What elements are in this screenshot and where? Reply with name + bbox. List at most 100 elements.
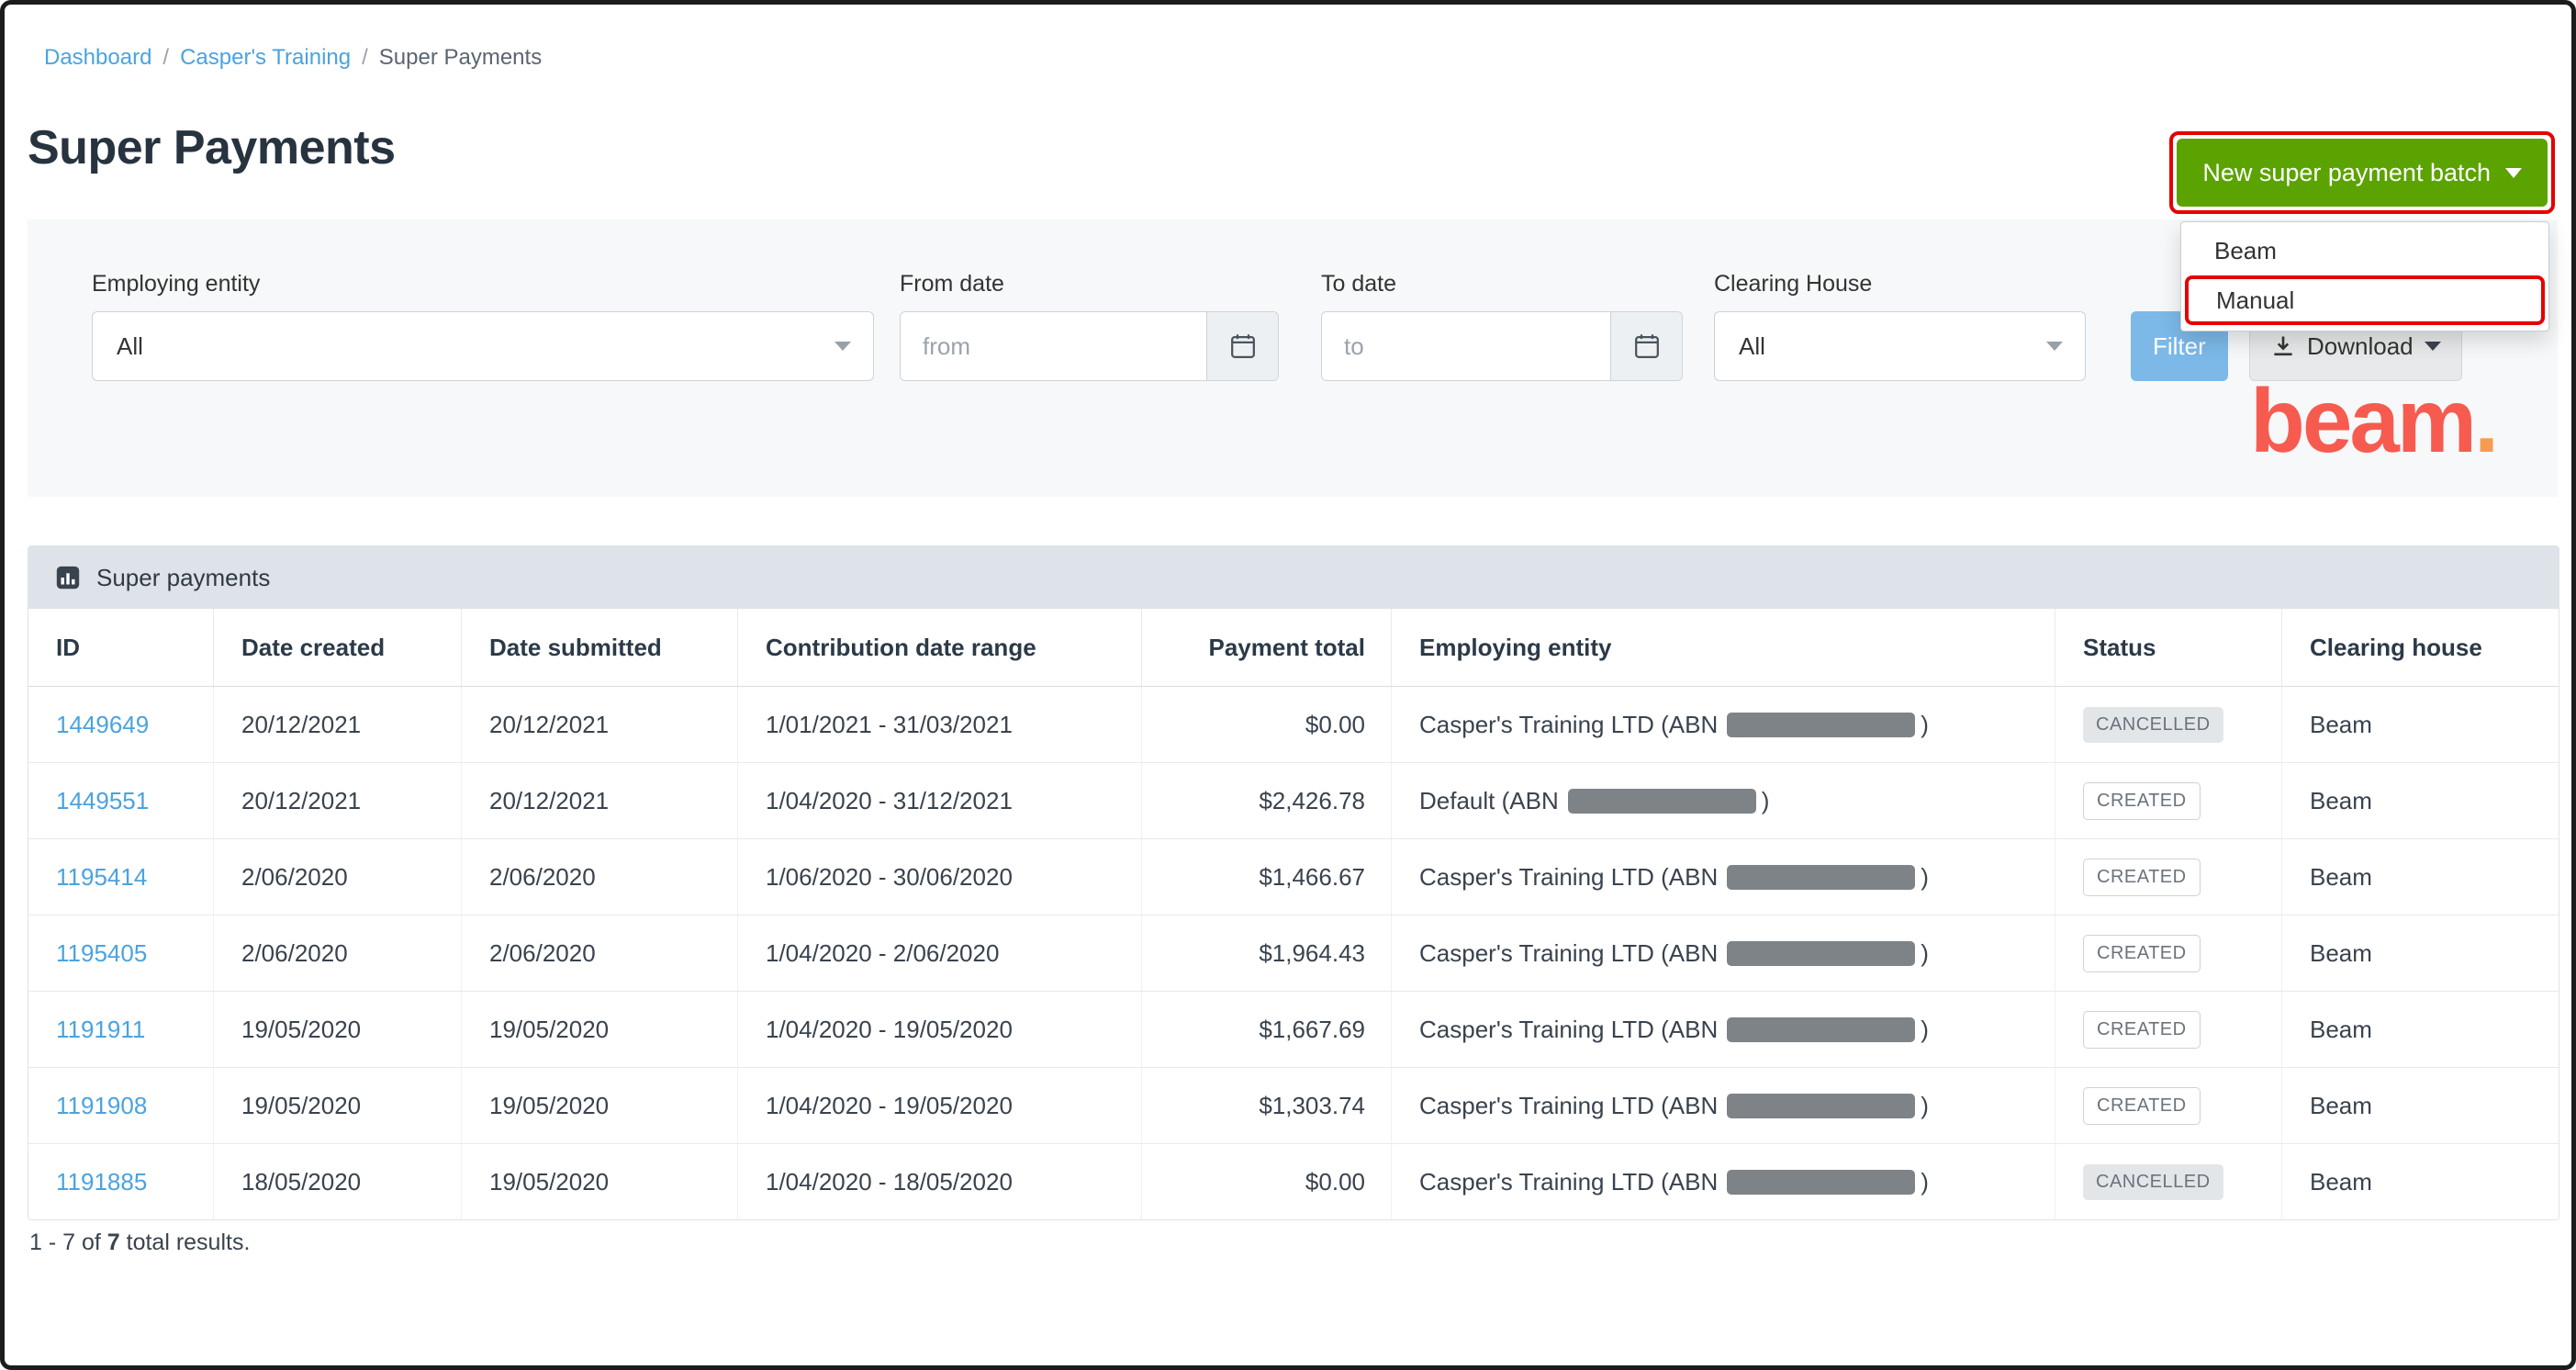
annotation-new-batch: New super payment batch (2169, 131, 2555, 214)
entity-suffix: ) (1921, 1092, 1929, 1120)
column-header-employing-entity: Employing entity (1391, 609, 2055, 686)
table-header-row: IDDate createdDate submittedContribution… (28, 609, 2559, 687)
cell-date-created: 19/05/2020 (213, 992, 461, 1067)
payment-id-link[interactable]: 1449649 (56, 711, 149, 739)
column-header-payment-total: Payment total (1141, 609, 1391, 686)
cell-clearing-house: Beam (2281, 763, 2559, 838)
new-super-payment-batch-button[interactable]: New super payment batch (2177, 139, 2548, 207)
chevron-down-icon (2505, 168, 2522, 178)
table-row: 11954052/06/20202/06/20201/04/2020 - 2/0… (28, 915, 2559, 992)
entity-name: Casper's Training LTD (ABN (1419, 1092, 1718, 1120)
menu-item-manual[interactable]: Manual (2189, 279, 2541, 321)
cell-status: CREATED (2055, 992, 2281, 1067)
results-count-prefix: 1 - 7 of (29, 1230, 107, 1255)
entity-name: Casper's Training LTD (ABN (1419, 863, 1718, 892)
entity-name: Casper's Training LTD (ABN (1419, 711, 1718, 739)
redacted-abn (1727, 713, 1915, 737)
cell-id: 1195414 (28, 839, 213, 915)
entity-suffix: ) (1921, 1016, 1929, 1044)
calendar-icon (1633, 332, 1661, 360)
table-row: 119191119/05/202019/05/20201/04/2020 - 1… (28, 992, 2559, 1068)
entity-suffix: ) (1921, 711, 1929, 739)
entity-suffix: ) (1921, 939, 1929, 968)
entity-name: Casper's Training LTD (ABN (1419, 1168, 1718, 1196)
status-badge: CREATED (2083, 1011, 2201, 1049)
table-row: 144964920/12/202120/12/20211/01/2021 - 3… (28, 687, 2559, 763)
payment-id-link[interactable]: 1449551 (56, 787, 149, 815)
cell-status: CANCELLED (2055, 1144, 2281, 1219)
new-super-payment-batch-label: New super payment batch (2202, 159, 2491, 187)
cell-contribution-range: 1/04/2020 - 2/06/2020 (737, 915, 1141, 991)
breadcrumb-dashboard[interactable]: Dashboard (44, 45, 151, 71)
page-title: Super Payments (28, 120, 396, 175)
breadcrumb-current: Super Payments (379, 45, 542, 71)
results-count-total: 7 (107, 1230, 120, 1255)
payment-id-link[interactable]: 1191908 (56, 1092, 147, 1120)
redacted-abn (1568, 789, 1756, 814)
payment-id-link[interactable]: 1191911 (56, 1016, 145, 1044)
clearing-house-select[interactable]: All (1714, 311, 2086, 381)
from-date-calendar-button[interactable] (1206, 312, 1278, 380)
breadcrumb-business[interactable]: Casper's Training (180, 45, 351, 71)
cell-employing-entity: Casper's Training LTD (ABN) (1391, 1068, 2055, 1143)
bar-chart-icon (54, 564, 82, 591)
employing-entity-value: All (117, 332, 143, 361)
payment-id-link[interactable]: 1195405 (56, 939, 147, 968)
employing-entity-label: Employing entity (92, 271, 260, 298)
cell-date-submitted: 2/06/2020 (461, 839, 737, 915)
column-header-status: Status (2055, 609, 2281, 686)
status-badge: CANCELLED (2083, 1164, 2223, 1200)
cell-id: 1191885 (28, 1144, 213, 1219)
column-header-date-submitted: Date submitted (461, 609, 737, 686)
chevron-down-icon (834, 342, 851, 351)
table-row: 119190819/05/202019/05/20201/04/2020 - 1… (28, 1068, 2559, 1144)
cell-clearing-house: Beam (2281, 915, 2559, 991)
cell-employing-entity: Casper's Training LTD (ABN) (1391, 1144, 2055, 1219)
entity-name: Casper's Training LTD (ABN (1419, 1016, 1718, 1044)
status-badge: CREATED (2083, 782, 2201, 820)
table-row: 11954142/06/20202/06/20201/06/2020 - 30/… (28, 839, 2559, 915)
cell-clearing-house: Beam (2281, 687, 2559, 762)
cell-date-created: 2/06/2020 (213, 915, 461, 991)
cell-employing-entity: Casper's Training LTD (ABN) (1391, 992, 2055, 1067)
cell-date-submitted: 19/05/2020 (461, 1068, 737, 1143)
entity-suffix: ) (1921, 1168, 1929, 1196)
employing-entity-select[interactable]: All (92, 311, 874, 381)
entity-suffix: ) (1762, 787, 1770, 815)
download-label: Download (2307, 332, 2414, 361)
download-icon (2270, 333, 2296, 359)
chevron-down-icon (2046, 342, 2063, 351)
cell-payment-total: $0.00 (1141, 687, 1391, 762)
cell-payment-total: $1,466.67 (1141, 839, 1391, 915)
clearing-house-label: Clearing House (1714, 271, 1872, 298)
cell-clearing-house: Beam (2281, 1144, 2559, 1219)
filter-panel: Employing entity All From date To date (28, 219, 2558, 497)
cell-status: CREATED (2055, 763, 2281, 838)
to-date-label: To date (1321, 271, 1396, 298)
super-payments-panel: Super payments IDDate createdDate submit… (28, 545, 2559, 1220)
cell-date-created: 20/12/2021 (213, 687, 461, 762)
cell-date-created: 2/06/2020 (213, 839, 461, 915)
cell-payment-total: $2,426.78 (1141, 763, 1391, 838)
beam-logo-text: beam (2250, 370, 2474, 471)
breadcrumb: Dashboard / Casper's Training / Super Pa… (44, 45, 542, 71)
payment-id-link[interactable]: 1195414 (56, 863, 147, 892)
to-date-input[interactable] (1322, 312, 1610, 380)
cell-payment-total: $0.00 (1141, 1144, 1391, 1219)
cell-date-submitted: 19/05/2020 (461, 992, 737, 1067)
table-row: 119188518/05/202019/05/20201/04/2020 - 1… (28, 1144, 2559, 1219)
cell-date-submitted: 20/12/2021 (461, 763, 737, 838)
from-date-input[interactable] (901, 312, 1206, 380)
cell-id: 1195405 (28, 915, 213, 991)
from-date-label: From date (900, 271, 1004, 298)
chevron-down-icon (2425, 342, 2441, 351)
beam-logo-dot: . (2474, 370, 2496, 471)
cell-contribution-range: 1/06/2020 - 30/06/2020 (737, 839, 1141, 915)
to-date-calendar-button[interactable] (1610, 312, 1682, 380)
cell-date-submitted: 20/12/2021 (461, 687, 737, 762)
cell-contribution-range: 1/01/2021 - 31/03/2021 (737, 687, 1141, 762)
menu-item-beam[interactable]: Beam (2181, 228, 2548, 274)
cell-date-submitted: 19/05/2020 (461, 1144, 737, 1219)
cell-date-created: 19/05/2020 (213, 1068, 461, 1143)
payment-id-link[interactable]: 1191885 (56, 1168, 147, 1196)
